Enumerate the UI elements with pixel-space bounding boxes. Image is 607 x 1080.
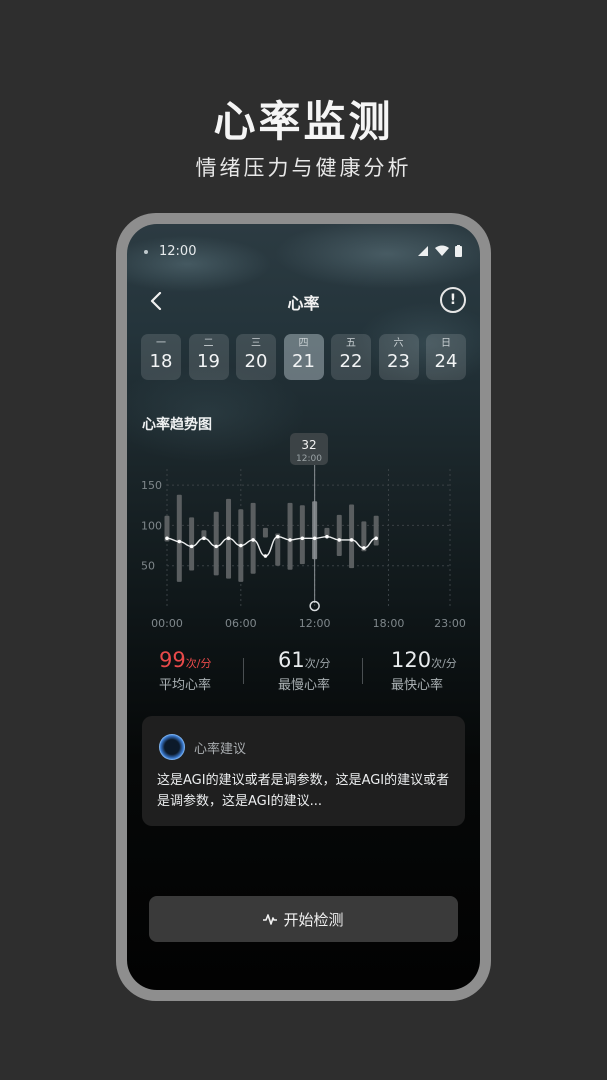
stat-unit: 次/分 — [431, 657, 457, 670]
date-day: 19 — [197, 351, 220, 372]
date-weekday: 四 — [298, 338, 309, 349]
stat-slowest: 61次/分 最慢心率 — [278, 648, 388, 693]
trend-point — [312, 536, 317, 541]
range-bar — [189, 517, 195, 571]
stat-label: 最快心率 — [391, 678, 444, 693]
stat-value: 61 — [278, 648, 305, 672]
date-weekday: 日 — [441, 338, 451, 349]
trend-point — [165, 536, 169, 541]
date-weekday: 六 — [393, 338, 404, 349]
range-bar — [176, 494, 182, 582]
x-tick-label: 00:00 — [151, 617, 183, 630]
promo-title: 心率监测 — [213, 97, 394, 146]
trend-line — [166, 535, 377, 557]
x-tick-label: 12:00 — [299, 617, 331, 630]
date-weekday: 二 — [203, 338, 214, 349]
start-detection-button[interactable]: 开始检测 — [149, 896, 458, 942]
tooltip-time: 12:00 — [296, 454, 322, 464]
trend-point — [337, 538, 342, 542]
advice-body: 这是AGI的建议或者是调参数，这是AGI的建议或者是调参数，这是AGI的建议..… — [157, 773, 450, 809]
date-day: 21 — [292, 351, 315, 372]
date-day: 18 — [149, 351, 173, 372]
signal-icon — [418, 246, 428, 256]
trend-point — [300, 536, 305, 541]
date-weekday: 三 — [251, 338, 261, 349]
date-chip-23[interactable]: 六 23 — [378, 334, 419, 380]
trend-point — [275, 534, 280, 539]
start-button-label: 开始检测 — [283, 910, 344, 929]
status-bar: 12:00 — [127, 242, 480, 262]
date-chip-18[interactable]: 一 18 — [141, 334, 181, 380]
trend-point — [362, 546, 366, 550]
stat-divider — [243, 658, 244, 684]
stat-label: 最慢心率 — [278, 678, 331, 693]
range-bar — [287, 502, 293, 570]
y-tick-label: 100 — [141, 519, 162, 532]
info-icon: ! — [449, 292, 457, 308]
y-tick-label: 50 — [141, 560, 155, 573]
ai-orb-icon — [159, 734, 185, 760]
date-chip-22[interactable]: 五 22 — [331, 334, 371, 380]
battery-icon — [455, 245, 462, 257]
x-tick-label: 06:00 — [225, 617, 257, 630]
stat-unit: 次/分 — [304, 657, 331, 670]
trend-point — [325, 534, 329, 539]
date-day: 22 — [339, 351, 363, 372]
trend-point — [202, 536, 206, 541]
x-tick-label: 18:00 — [373, 617, 405, 630]
range-bar — [336, 514, 342, 557]
trend-point — [374, 536, 378, 541]
trend-point — [251, 538, 255, 542]
trend-point — [177, 539, 182, 544]
trend-point — [239, 543, 243, 548]
y-tick-label: 150 — [141, 479, 162, 492]
promo-subtitle: 情绪压力与健康分析 — [195, 156, 412, 180]
phone-screen: 12:00 心率 ! 一 18 二 19 三 20 四 21 五 22 六 23 日 24 心… — [127, 224, 480, 990]
x-tick-label: 23:00 — [434, 617, 466, 630]
tooltip-value: 32 — [301, 438, 316, 452]
stat-average: 99次/分 平均心率 — [159, 648, 269, 693]
trend-point — [189, 544, 194, 549]
range-bar — [213, 511, 219, 576]
date-day: 20 — [244, 351, 268, 372]
status-icons — [417, 245, 462, 257]
range-bar — [373, 515, 379, 546]
nav-bar: 心率 ! — [127, 286, 480, 316]
date-day: 23 — [387, 351, 410, 372]
stat-value: 99 — [159, 648, 186, 672]
info-button[interactable]: ! — [440, 287, 466, 313]
date-selector: 一 18 二 19 三 20 四 21 五 22 六 23 日 24 — [141, 334, 466, 380]
range-bar — [262, 527, 268, 538]
date-chip-20[interactable]: 三 20 — [236, 334, 276, 380]
notification-dot — [144, 250, 148, 254]
stat-label: 平均心率 — [159, 678, 212, 693]
date-day: 24 — [434, 351, 458, 372]
trend-point — [226, 536, 231, 541]
advice-card: 心率建议 这是AGI的建议或者是调参数，这是AGI的建议或者是调参数，这是AGI… — [142, 716, 465, 826]
stat-divider — [362, 658, 363, 684]
date-chip-19[interactable]: 二 19 — [188, 334, 229, 380]
stat-fastest: 120次/分 最快心率 — [391, 648, 480, 693]
heart-rate-chart[interactable]: 32 12:00 150 100 50 00:00 06:00 12:00 18:00 23:… — [127, 424, 480, 639]
advice-title: 心率建议 — [194, 742, 247, 757]
pulse-icon — [263, 914, 278, 925]
date-chip-21[interactable]: 四 21 — [283, 334, 324, 380]
date-weekday: 一 — [156, 338, 166, 349]
status-time: 12:00 — [159, 244, 197, 259]
trend-point — [214, 544, 219, 549]
stats-row: 99次/分 平均心率 61次/分 最慢心率 120次/分 最快心率 — [127, 648, 480, 696]
trend-point — [288, 538, 292, 542]
date-chip-24[interactable]: 日 24 — [426, 334, 466, 380]
page-title: 心率 — [287, 294, 320, 313]
range-bar — [324, 527, 330, 536]
wifi-icon — [435, 245, 449, 256]
trend-point — [349, 538, 354, 542]
range-bar — [299, 505, 305, 565]
date-weekday: 五 — [346, 338, 356, 349]
stat-value: 120 — [391, 648, 432, 672]
trend-point — [263, 554, 268, 558]
stat-unit: 次/分 — [185, 657, 212, 670]
range-bar — [349, 504, 355, 569]
